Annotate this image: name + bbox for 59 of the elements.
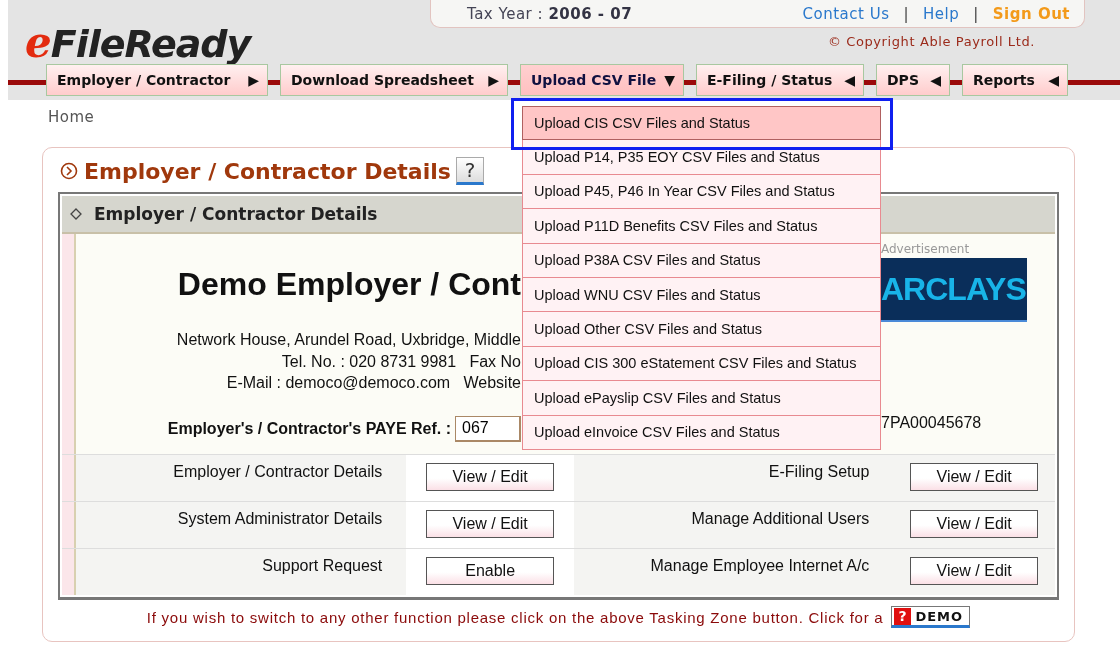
advert-banner[interactable]: ARCLAYS bbox=[881, 258, 1027, 322]
menu-item[interactable]: Upload P38A CSV Files and Status bbox=[522, 243, 881, 278]
caret-icon: ▶ bbox=[488, 72, 499, 88]
caret-icon: ◀ bbox=[844, 72, 855, 88]
reference-number: 7PA00045678 bbox=[881, 414, 983, 432]
action-button[interactable]: Enable bbox=[426, 557, 555, 585]
row-strip bbox=[62, 549, 76, 595]
menu-item[interactable]: Upload WNU CSV Files and Status bbox=[522, 277, 881, 313]
nav-tab[interactable]: E-Filing / Status ◀ bbox=[696, 64, 864, 96]
separator-text: | bbox=[973, 4, 979, 23]
action-button[interactable]: View / Edit bbox=[910, 557, 1039, 585]
nav-tab[interactable]: Employer / Contractor ▶ bbox=[46, 64, 268, 96]
menu-item[interactable]: Upload P14, P35 EOY CSV Files and Status bbox=[522, 140, 881, 175]
caret-icon: ▶ bbox=[248, 72, 259, 88]
row-strip bbox=[62, 502, 76, 548]
contact-line: Tel. No. : 020 8731 9981 Fax No bbox=[281, 351, 521, 372]
breadcrumb-link[interactable]: Home bbox=[48, 108, 95, 130]
action-button[interactable]: View / Edit bbox=[426, 510, 555, 538]
row-label: E-Filing Setup bbox=[573, 455, 894, 501]
contact-line: E-Mail : democo@democo.com Website bbox=[226, 373, 521, 393]
header-link[interactable]: Help bbox=[923, 4, 960, 23]
row-label: Manage Additional Users bbox=[573, 502, 894, 548]
contact-line: Network House, Arundel Road, Uxbridge, Middle bbox=[176, 330, 521, 350]
menu-item[interactable]: Upload ePayslip CSV Files and Status bbox=[522, 381, 881, 416]
panel-title: Employer / Contractor Details bbox=[84, 158, 452, 184]
row-label: Employer / Contractor Details bbox=[75, 455, 407, 501]
paye-label: Employer's / Contractor's PAYE Ref. : bbox=[167, 419, 451, 438]
action-button[interactable]: View / Edit bbox=[426, 463, 555, 491]
copyright: © Copyright Able Payroll Ltd. bbox=[827, 34, 1035, 49]
menu-item[interactable]: Upload P11D Benefits CSV Files and Status bbox=[522, 209, 881, 244]
tax-year: Tax Year : 2006 - 07 bbox=[467, 4, 634, 23]
header-link[interactable]: Contact Us bbox=[802, 4, 890, 23]
footer-note: If you wish to switch to any other function please click on the above Tasking Zone button. Click for a bbox=[146, 608, 884, 626]
nav-tab[interactable]: DPS ◀ bbox=[876, 64, 950, 96]
separator-text: | bbox=[903, 4, 910, 23]
action-button[interactable]: View / Edit bbox=[910, 463, 1039, 491]
nav-tab[interactable]: Upload CSV File ▼ bbox=[520, 64, 684, 96]
menu-item[interactable]: Upload Other CSV Files and Status bbox=[522, 312, 881, 347]
nav-tab[interactable]: Reports ◀ bbox=[962, 64, 1068, 96]
caret-icon: ◀ bbox=[1048, 72, 1059, 88]
menu-item[interactable]: Upload CIS 300 eStatement CSV Files and Status bbox=[522, 346, 881, 382]
menu-item[interactable]: Upload CIS CSV Files and Status bbox=[522, 106, 881, 141]
caret-icon: ▼ bbox=[664, 72, 675, 88]
diamond-icon bbox=[70, 208, 82, 220]
section-title: Employer / Contractor Details bbox=[94, 204, 378, 224]
paye-field[interactable]: 067 bbox=[455, 415, 521, 442]
menu-item[interactable]: Upload eInvoice CSV Files and Status bbox=[522, 415, 881, 450]
row-label: System Administrator Details bbox=[75, 502, 407, 548]
action-button[interactable]: View / Edit bbox=[910, 510, 1039, 538]
company-name: Demo Employer / Cont bbox=[177, 266, 521, 303]
menu-item[interactable]: Upload P45, P46 In Year CSV Files and Status bbox=[522, 174, 881, 210]
nav-tab[interactable]: Download Spreadsheet ▶ bbox=[280, 64, 508, 96]
row-label: Support Request bbox=[75, 549, 407, 595]
caret-icon: ◀ bbox=[930, 72, 941, 88]
demo-button[interactable]: ? DEMO bbox=[891, 606, 971, 628]
logo: eFileReady bbox=[25, 18, 254, 64]
row-label: Manage Employee Internet A/c bbox=[573, 549, 894, 595]
help-button[interactable]: ? bbox=[456, 157, 484, 185]
advert-label: Advertisement bbox=[881, 242, 971, 256]
